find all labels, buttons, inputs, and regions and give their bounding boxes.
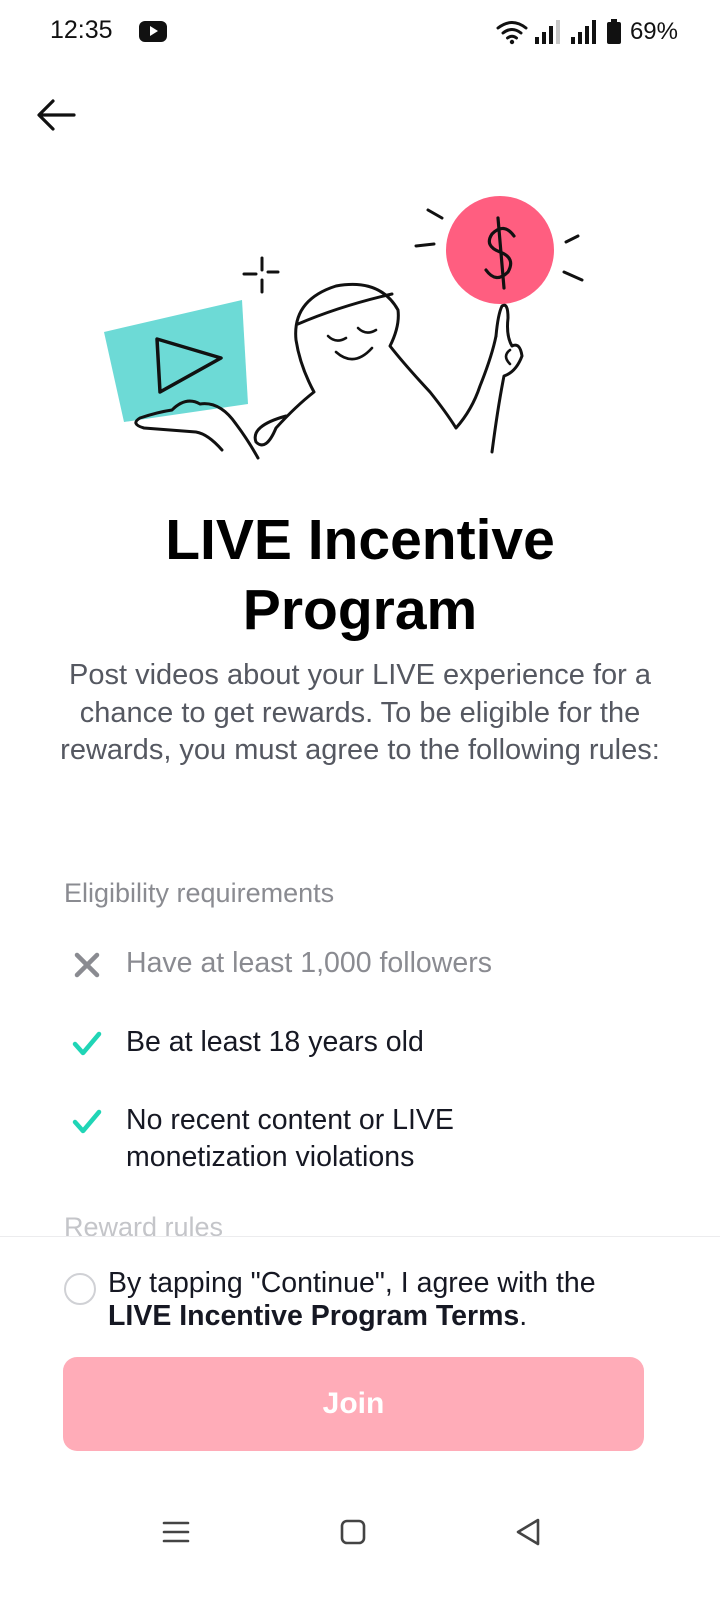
cross-icon: [64, 945, 110, 985]
back-nav-button[interactable]: [498, 1502, 558, 1562]
character-body: [253, 282, 498, 447]
signal-icon: [570, 20, 596, 44]
home-button[interactable]: [323, 1502, 383, 1562]
battery-icon: [606, 19, 621, 44]
status-icons: 69%: [496, 14, 678, 50]
eligibility-heading: Eligibility requirements: [64, 878, 335, 908]
agree-prefix: By tapping "Continue", I agree with the: [108, 1267, 596, 1299]
back-triangle-icon: [516, 1518, 540, 1546]
agree-text: By tapping "Continue", I agree with the …: [108, 1267, 664, 1333]
battery-percent: 69%: [629, 18, 678, 45]
video-card-shape: [104, 300, 248, 422]
requirement-row: Have at least 1,000 followers: [64, 945, 664, 985]
system-nav-bar: [0, 1480, 720, 1600]
wifi-icon: [496, 21, 528, 45]
check-icon: [64, 1024, 110, 1064]
reward-rules-heading: Reward rules: [64, 1212, 224, 1236]
check-icon: [64, 1102, 110, 1142]
terms-link[interactable]: LIVE Incentive Program Terms: [108, 1300, 519, 1332]
requirement-text: Be at least 18 years old: [126, 1026, 424, 1058]
requirement-row: Be at least 18 years old: [64, 1024, 664, 1064]
menu-button[interactable]: [146, 1502, 206, 1562]
page-title: LIVE Incentive Program: [165, 508, 555, 642]
signal-icon: [534, 20, 560, 44]
requirement-text: No recent content or LIVE monetization v…: [126, 1104, 454, 1173]
agree-suffix: .: [519, 1300, 528, 1332]
requirement-text: Have at least 1,000 followers: [126, 947, 492, 979]
live-incentive-illustration: [104, 196, 584, 460]
youtube-icon: [139, 21, 167, 42]
page-description: Post videos about your LIVE experience f…: [60, 659, 660, 766]
agree-radio[interactable]: [64, 1273, 96, 1305]
join-button[interactable]: Join: [63, 1357, 644, 1451]
menu-icon: [162, 1521, 190, 1543]
status-time: 12:35: [50, 16, 113, 44]
home-icon: [340, 1519, 366, 1545]
status-bar: 12:35 69%: [0, 0, 720, 64]
requirement-row: No recent content or LIVE monetization v…: [64, 1102, 664, 1176]
back-button[interactable]: [28, 90, 84, 140]
arrow-left-icon: [37, 99, 76, 131]
terms-agreement: By tapping "Continue", I agree with the …: [64, 1267, 664, 1333]
